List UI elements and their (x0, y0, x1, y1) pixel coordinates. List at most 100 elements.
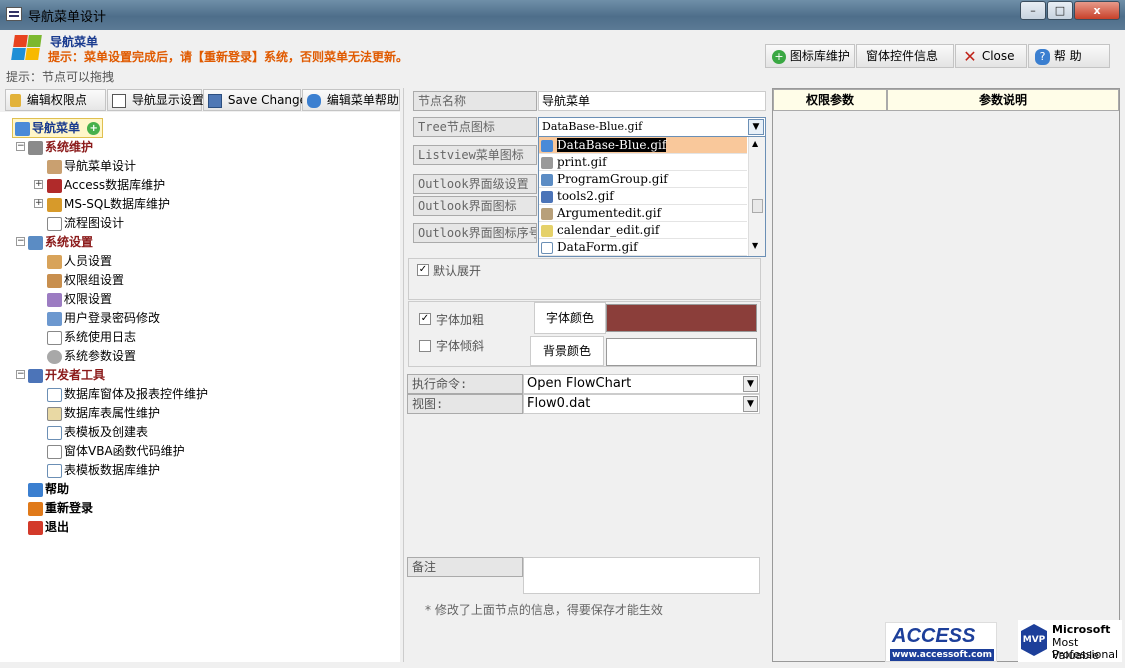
listview-icon-label: Listview菜单图标 (413, 145, 537, 165)
icon-dropdown-list[interactable]: DataBase-Blue.gif print.gif ProgramGroup… (538, 136, 766, 257)
maximize-button[interactable]: □ (1047, 1, 1073, 20)
font-color-swatch[interactable] (606, 304, 757, 332)
tree-node-vba-code-label: 窗体VBA函数代码维护 (64, 444, 185, 458)
add-circle-icon[interactable]: + (87, 122, 101, 135)
bold-checkbox[interactable]: ✓ (419, 313, 431, 325)
dropdown-item[interactable]: Argumentedit.gif (539, 205, 747, 222)
person-icon (47, 254, 62, 269)
dropdown-item-label: DataBase-Blue.gif (557, 138, 667, 152)
outlook-icon-order-label: Outlook界面图标序号 (413, 223, 537, 243)
tree-node-vba-code[interactable]: 窗体VBA函数代码维护 (47, 442, 185, 460)
tree-node-perm[interactable]: 权限设置 (47, 290, 112, 308)
node-name-label: 节点名称 (413, 91, 537, 111)
tree-node-mssql-db[interactable]: MS-SQL数据库维护 (47, 195, 170, 213)
tree-node-personnel[interactable]: 人员设置 (47, 252, 112, 270)
italic-checkbox[interactable] (419, 340, 431, 352)
tree-node-flowchart[interactable]: 流程图设计 (47, 214, 124, 232)
collapse-toggle[interactable]: − (16, 142, 25, 151)
tab-menu-help[interactable]: 编辑菜单帮助 (302, 89, 400, 111)
tree-node-dev-tools[interactable]: 开发者工具 (28, 366, 105, 384)
exec-command-select[interactable]: Open FlowChart ▼ (523, 374, 760, 394)
expand-toggle[interactable]: + (34, 180, 43, 189)
view-value: Flow0.dat (527, 396, 591, 411)
tab-save-changed[interactable]: Save Changed (203, 89, 315, 111)
scrollbar-thumb[interactable] (752, 199, 763, 213)
window-title-bar[interactable]: 导航菜单设计 – □ x (0, 0, 1125, 30)
dropdown-item[interactable]: print.gif (539, 154, 747, 171)
tree-node-table-attr[interactable]: 数据库表属性维护 (47, 404, 160, 422)
flowchart-icon (47, 216, 62, 231)
calendar-icon (541, 224, 553, 237)
tree-node-sys-params-label: 系统参数设置 (64, 349, 137, 363)
tree-root-node[interactable]: 导航菜单 + (12, 118, 104, 138)
tree-node-exit[interactable]: 退出 (28, 518, 69, 536)
help-bubble-icon: ? (1035, 48, 1050, 65)
view-select[interactable]: Flow0.dat ▼ (523, 394, 760, 414)
exec-command-value: Open FlowChart (527, 376, 632, 391)
table-icon (47, 425, 62, 440)
col-param-desc[interactable]: 参数说明 (887, 89, 1119, 111)
tree-node-mssql-db-label: MS-SQL数据库维护 (64, 197, 171, 211)
default-expand-checkbox[interactable]: ✓ (417, 264, 429, 276)
tree-node-relogin[interactable]: 重新登录 (28, 499, 93, 517)
tab-edit-permissions[interactable]: 编辑权限点 (5, 89, 106, 111)
dropdown-item[interactable]: calendar_edit.gif (539, 222, 747, 239)
tree-node-template-table[interactable]: 表模板及创建表 (47, 423, 148, 441)
tree-node-sys-params[interactable]: 系统参数设置 (47, 347, 136, 365)
bg-color-swatch[interactable] (606, 338, 757, 366)
accessoft-logo: ACCESS www.accessoft.com (885, 622, 997, 662)
tree-icon-combo[interactable]: DataBase-Blue.gif ▼ (538, 117, 766, 137)
remark-textarea[interactable] (523, 557, 760, 594)
relogin-icon (28, 501, 43, 516)
tree-node-template-db[interactable]: 表模板数据库维护 (47, 461, 160, 479)
chevron-down-icon[interactable]: ▼ (743, 376, 758, 392)
chevron-down-icon[interactable]: ▼ (743, 396, 758, 412)
tree-node-sys-log[interactable]: 系统使用日志 (47, 328, 136, 346)
scroll-up-icon[interactable]: ▲ (752, 139, 758, 148)
dropdown-item[interactable]: DataBase-Blue.gif (539, 137, 747, 154)
expand-toggle[interactable]: + (34, 199, 43, 208)
tree-node-nav-design[interactable]: 导航菜单设计 (47, 157, 136, 175)
tree-node-pwd-change[interactable]: 用户登录密码修改 (47, 309, 160, 327)
tree-node-relogin-label: 重新登录 (45, 501, 94, 515)
window-close-button[interactable]: x (1074, 1, 1120, 20)
dropdown-item[interactable]: DataForm.gif (539, 239, 747, 256)
dropdown-scrollbar[interactable]: ▲ ▼ (748, 137, 765, 256)
tree-node-dev-tools-label: 开发者工具 (45, 368, 106, 382)
dropdown-item[interactable]: tools2.gif (539, 188, 747, 205)
tab-nav-display[interactable]: 导航显示设置 (107, 89, 204, 111)
scroll-down-icon[interactable]: ▼ (752, 241, 758, 250)
mvp-logo: MVP Microsoft Most Valuable Professional (1018, 620, 1122, 662)
collapse-toggle[interactable]: − (16, 370, 25, 379)
collapse-toggle[interactable]: − (16, 237, 25, 246)
tree-node-help[interactable]: 帮助 (28, 480, 69, 498)
tree-node-help-label: 帮助 (45, 482, 70, 496)
dropdown-item[interactable]: ProgramGroup.gif (539, 171, 747, 188)
tree-icon-label: Tree节点图标 (413, 117, 537, 137)
database-icon (541, 139, 553, 152)
dropdown-item-label: ProgramGroup.gif (557, 172, 668, 186)
chevron-down-icon[interactable]: ▼ (748, 119, 764, 135)
tree-node-sys-settings[interactable]: 系统设置 (28, 233, 93, 251)
permissions-grid[interactable]: 权限参数 参数说明 (772, 88, 1120, 662)
tree-node-perm-group[interactable]: 权限组设置 (47, 271, 124, 289)
tree-node-sys-settings-label: 系统设置 (45, 235, 94, 249)
col-perm-param[interactable]: 权限参数 (773, 89, 887, 111)
form-controls-label: 窗体控件信息 (866, 49, 939, 63)
dropdown-item-label: DataForm.gif (557, 240, 638, 254)
tree-node-access-db[interactable]: Access数据库维护 (47, 176, 165, 194)
access-icon (47, 178, 62, 193)
mvp-badge-icon: MVP (1021, 624, 1047, 656)
form-controls-button[interactable]: 窗体控件信息 (856, 44, 954, 68)
edit-document-icon (112, 93, 126, 108)
close-button[interactable]: ✕ Close (955, 44, 1027, 68)
tree-node-form-report[interactable]: 数据库窗体及报表控件维护 (47, 385, 208, 403)
tree-node-sys-maint[interactable]: 系统维护 (28, 138, 93, 156)
outlook-icon-label: Outlook界面图标 (413, 196, 537, 216)
node-name-input[interactable]: 导航菜单 (538, 91, 766, 111)
tab-menu-help-label: 编辑菜单帮助 (326, 93, 399, 107)
icon-library-button[interactable]: + 图标库维护 (765, 44, 855, 68)
minimize-button[interactable]: – (1020, 1, 1046, 20)
help-button[interactable]: ? 帮 助 (1028, 44, 1110, 68)
nav-tree[interactable]: 导航菜单 + − 系统维护 导航菜单设计 + Access数据库维护 + MS-… (0, 112, 400, 662)
